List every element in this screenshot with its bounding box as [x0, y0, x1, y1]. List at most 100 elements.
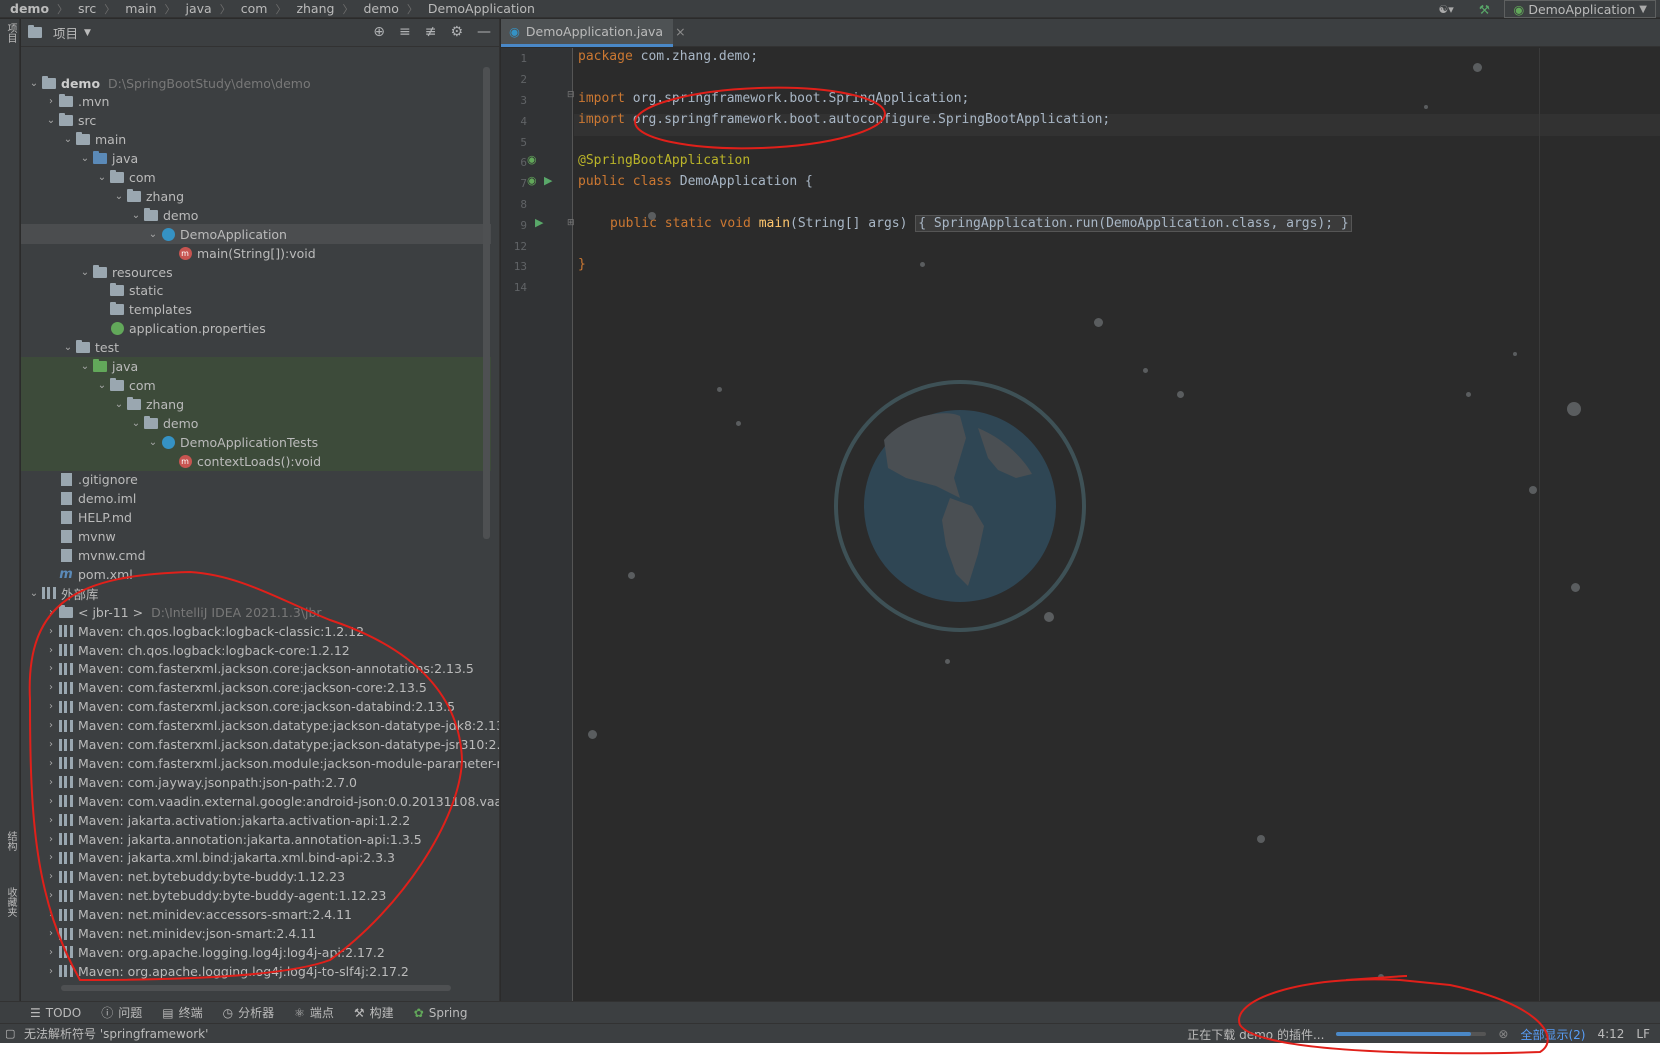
tree-item[interactable]: › Maven: net.minidev:accessors-smart:2.4.…: [21, 905, 491, 925]
chevron-right-icon[interactable]: ›: [44, 607, 58, 618]
tree-item[interactable]: ⌄ src: [21, 111, 491, 131]
endpoints-tool-button[interactable]: ⚛ 端点: [294, 1004, 334, 1021]
spring-tool-button[interactable]: ✿ Spring: [414, 1006, 468, 1020]
chevron-right-icon[interactable]: ›: [44, 645, 58, 656]
chevron-right-icon[interactable]: ›: [44, 777, 58, 788]
spring-bean-icon[interactable]: ◉: [527, 174, 537, 187]
tree-item[interactable]: › Maven: com.fasterxml.jackson.module:jac…: [21, 753, 499, 773]
run-icon[interactable]: ▶: [535, 216, 543, 229]
tree-item[interactable]: static: [21, 281, 491, 301]
chevron-right-icon[interactable]: ›: [44, 909, 58, 920]
folded-body[interactable]: { SpringApplication.run(DemoApplication.…: [915, 215, 1352, 232]
chevron-right-icon[interactable]: ›: [44, 663, 58, 674]
tree-item[interactable]: ⌄ demo: [21, 205, 491, 225]
tree-item[interactable]: mvnw: [21, 527, 491, 547]
locate-icon[interactable]: ⊕: [373, 24, 385, 40]
chevron-right-icon[interactable]: ›: [44, 890, 58, 901]
tab-demo-application[interactable]: ◉ DemoApplication.java ×: [501, 19, 686, 47]
stripe-project-button[interactable]: 项目: [2, 23, 18, 43]
tree-item[interactable]: mvnw.cmd: [21, 546, 491, 566]
tree-item[interactable]: › .mvn: [21, 92, 491, 112]
chevron-right-icon[interactable]: ›: [44, 871, 58, 882]
build-tool-button[interactable]: ⚒ 构建: [354, 1004, 394, 1021]
run-config-selector[interactable]: ◉ DemoApplication ▼: [1504, 0, 1656, 18]
tree-item[interactable]: templates: [21, 300, 491, 320]
user-icon[interactable]: ☯▾: [1438, 3, 1464, 16]
chevron-right-icon[interactable]: ›: [44, 966, 58, 977]
chevron-down-icon[interactable]: ⌄: [78, 267, 92, 278]
tree-item[interactable]: › Maven: com.fasterxml.jackson.datatype:j…: [21, 716, 499, 736]
tree-item[interactable]: ⌄ java: [21, 356, 491, 377]
chevron-right-icon[interactable]: ›: [44, 852, 58, 863]
tree-item[interactable]: › Maven: net.bytebuddy:byte-buddy-agent:1…: [21, 886, 491, 906]
run-icon[interactable]: ▶: [544, 174, 552, 187]
tree-item[interactable]: m pom.xml: [21, 564, 491, 584]
line-separator[interactable]: LF: [1636, 1027, 1650, 1041]
tree-item[interactable]: ⌄ resources: [21, 262, 491, 282]
chevron-down-icon[interactable]: ⌄: [78, 153, 92, 164]
chevron-down-icon[interactable]: ⌄: [129, 210, 143, 221]
chevron-right-icon[interactable]: ›: [44, 758, 58, 769]
tree-item[interactable]: ⌄ zhang: [21, 394, 491, 415]
horizontal-scrollbar[interactable]: [61, 985, 451, 991]
collapse-all-icon[interactable]: ≢: [425, 24, 437, 40]
caret-position[interactable]: 4:12: [1597, 1027, 1624, 1041]
chevron-right-icon[interactable]: ›: [44, 96, 58, 107]
chevron-down-icon[interactable]: ▼: [84, 28, 91, 38]
expand-all-icon[interactable]: ≡: [399, 24, 411, 40]
close-icon[interactable]: ×: [675, 24, 685, 39]
tree-item[interactable]: ⌄ DemoApplication: [21, 224, 491, 245]
tree-item[interactable]: ⌄ main: [21, 130, 491, 150]
code-editor[interactable]: package com.zhang.demo; import org.sprin…: [574, 48, 1660, 1001]
gear-icon[interactable]: ⚙: [450, 24, 463, 40]
chevron-down-icon[interactable]: ⌄: [61, 134, 75, 145]
breadcrumb-item[interactable]: java: [176, 0, 212, 18]
spring-bean-icon[interactable]: ◉: [527, 153, 537, 166]
chevron-right-icon[interactable]: ›: [44, 928, 58, 939]
breadcrumb-item[interactable]: demo: [353, 0, 398, 18]
tree-item[interactable]: ⌄ com: [21, 168, 491, 188]
tree-item[interactable]: › Maven: org.apache.logging.log4j:log4j-a…: [21, 942, 491, 962]
profiler-tool-button[interactable]: ◷ 分析器: [223, 1004, 275, 1021]
tree-item[interactable]: ⌄ demo D:\SpringBootStudy\demo\demo: [21, 73, 491, 93]
chevron-right-icon[interactable]: ›: [44, 796, 58, 807]
breadcrumb-item[interactable]: src: [68, 0, 96, 18]
tree-item[interactable]: › Maven: org.apache.logging.log4j:log4j-t…: [21, 961, 491, 981]
chevron-down-icon[interactable]: ⌄: [112, 191, 126, 202]
breadcrumb-item[interactable]: zhang: [286, 0, 334, 18]
breadcrumb-item[interactable]: DemoApplication: [418, 0, 535, 18]
tree-item[interactable]: ⌄ DemoApplicationTests: [21, 432, 491, 453]
tree-item[interactable]: ⌄ 外部库: [21, 583, 491, 603]
tree-item[interactable]: › Maven: jakarta.annotation:jakarta.annot…: [21, 829, 491, 849]
tree-item[interactable]: m main(String[]):void: [21, 243, 491, 263]
chevron-down-icon[interactable]: ⌄: [146, 437, 160, 448]
show-all-link[interactable]: 全部显示(2): [1520, 1026, 1585, 1043]
chevron-right-icon[interactable]: ›: [44, 834, 58, 845]
tree-item[interactable]: .gitignore: [21, 470, 491, 490]
tree-item[interactable]: › Maven: ch.qos.logback:logback-classic:1…: [21, 621, 491, 641]
tree-item[interactable]: ⌄ test: [21, 338, 491, 358]
tree-item[interactable]: › Maven: com.fasterxml.jackson.core:jacks…: [21, 697, 491, 717]
tree-item[interactable]: ⌄ demo: [21, 413, 491, 434]
project-panel-title[interactable]: 项目: [53, 23, 78, 42]
terminal-tool-button[interactable]: ▤ 终端: [162, 1004, 202, 1021]
todo-tool-button[interactable]: ☰ TODO: [30, 1006, 81, 1020]
chevron-right-icon[interactable]: ›: [44, 682, 58, 693]
tree-item[interactable]: ⌄ com: [21, 375, 491, 396]
tree-item[interactable]: › Maven: com.jayway.jsonpath:json-path:2.…: [21, 772, 491, 792]
breadcrumb-item[interactable]: main: [115, 0, 156, 18]
hide-icon[interactable]: —: [477, 24, 491, 40]
tree-item[interactable]: › Maven: com.fasterxml.jackson.datatype:j…: [21, 735, 499, 755]
chevron-down-icon[interactable]: ⌄: [44, 115, 58, 126]
chevron-down-icon[interactable]: ⌄: [78, 361, 92, 372]
stripe-favorites-button[interactable]: 收藏夹: [2, 887, 18, 917]
chevron-right-icon[interactable]: ›: [44, 739, 58, 750]
tree-item[interactable]: › Maven: ch.qos.logback:logback-core:1.2.…: [21, 640, 491, 660]
vertical-scrollbar[interactable]: [483, 67, 490, 539]
breadcrumb-item[interactable]: demo: [0, 0, 49, 18]
tree-item[interactable]: m contextLoads():void: [21, 451, 491, 471]
tree-item[interactable]: application.properties: [21, 319, 491, 339]
breadcrumb-item[interactable]: com: [231, 0, 268, 18]
tree-item[interactable]: › Maven: com.fasterxml.jackson.core:jacks…: [21, 659, 491, 679]
chevron-right-icon[interactable]: ›: [44, 701, 58, 712]
